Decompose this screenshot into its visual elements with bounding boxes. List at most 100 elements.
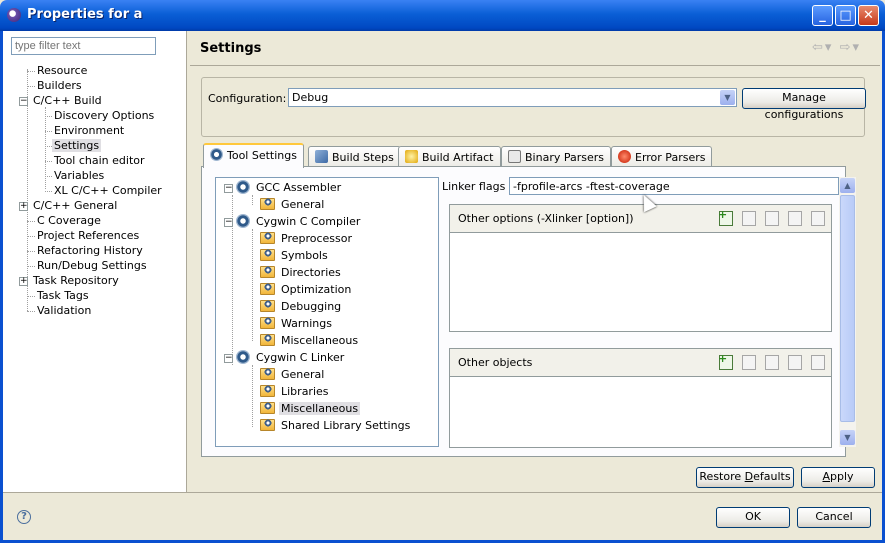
edit-icon[interactable] (765, 211, 779, 226)
configuration-label: Configuration: (208, 92, 287, 105)
sidebar-item-project-references[interactable]: Project References (27, 228, 141, 243)
tree-item-warnings[interactable]: Warnings (260, 315, 334, 332)
chevron-down-icon[interactable]: ▼ (720, 90, 735, 105)
tree-item-libraries[interactable]: Libraries (260, 383, 331, 400)
restore-defaults-button[interactable]: Restore Defaults (696, 467, 794, 488)
sidebar-item-builders[interactable]: Builders (27, 78, 84, 93)
history-nav[interactable]: ⇦▾ ⇨▾ (812, 40, 861, 55)
move-down-icon[interactable] (811, 211, 825, 226)
scroll-down-icon[interactable]: ▼ (840, 430, 855, 445)
tree-item-optimization[interactable]: Optimization (260, 281, 353, 298)
sidebar-item-tool-chain-editor[interactable]: Tool chain editor (45, 153, 147, 168)
expand-icon[interactable]: + (19, 201, 28, 211)
move-up-icon[interactable] (788, 211, 802, 226)
tree-item-cygwin-c-linker[interactable]: − Cygwin C Linker (224, 349, 346, 366)
expand-icon[interactable]: + (19, 276, 28, 286)
tab-build-steps[interactable]: Build Steps (308, 146, 401, 167)
sidebar-item-environment[interactable]: Environment (45, 123, 126, 138)
collapse-icon[interactable]: − (224, 353, 233, 363)
option-category-icon (260, 368, 275, 380)
separator (3, 492, 882, 493)
tool-settings-icon (210, 148, 223, 161)
move-up-icon[interactable] (788, 355, 802, 370)
add-icon[interactable] (718, 352, 733, 370)
other-options-header: Other options (-Xlinker [option]) (450, 205, 831, 233)
close-button[interactable]: ✕ (858, 5, 879, 26)
sidebar-item-resource[interactable]: Resource (27, 63, 89, 78)
tool-tree: − GCC Assembler General − Cygwin C Compile… (215, 177, 439, 447)
forward-arrow-icon[interactable]: ⇨▾ (840, 40, 861, 55)
delete-icon[interactable] (742, 211, 756, 226)
ok-button[interactable]: OK (716, 507, 790, 528)
tree-item-shared-library-settings[interactable]: Shared Library Settings (260, 417, 412, 434)
edit-icon[interactable] (765, 355, 779, 370)
tool-icon (236, 350, 250, 364)
option-category-icon (260, 334, 275, 346)
page-title: Settings (200, 41, 262, 56)
option-category-icon (260, 283, 275, 295)
sidebar-item-settings[interactable]: Settings (45, 138, 102, 153)
other-objects-title: Other objects (458, 356, 533, 369)
sidebar-item-run-debug-settings[interactable]: Run/Debug Settings (27, 258, 149, 273)
tree-item-debugging[interactable]: Debugging (260, 298, 343, 315)
tab-error-parsers[interactable]: Error Parsers (611, 146, 713, 167)
scroll-thumb[interactable] (840, 195, 855, 422)
tree-item-directories[interactable]: Directories (260, 264, 343, 281)
sidebar-item-cpp-general[interactable]: + C/C++ General (19, 198, 119, 213)
sidebar-item-task-repository[interactable]: + Task Repository (19, 273, 121, 288)
title-bar: Properties for a _ □ ✕ (0, 0, 885, 31)
tree-guide (252, 229, 253, 341)
sidebar-item-discovery-options[interactable]: Discovery Options (45, 108, 156, 123)
minimize-button[interactable]: _ (812, 5, 833, 26)
sidebar-item-validation[interactable]: Validation (27, 303, 93, 318)
collapse-icon[interactable]: − (224, 183, 233, 193)
sidebar-item-variables[interactable]: Variables (45, 168, 106, 183)
back-arrow-icon[interactable]: ⇦▾ (812, 40, 833, 55)
collapse-icon[interactable]: − (19, 96, 28, 106)
option-category-icon (260, 232, 275, 244)
option-category-icon (260, 317, 275, 329)
tab-build-artifact[interactable]: Build Artifact (398, 146, 501, 167)
configuration-select[interactable]: Debug ▼ (288, 88, 737, 107)
tree-item-symbols[interactable]: Symbols (260, 247, 330, 264)
move-down-icon[interactable] (811, 355, 825, 370)
maximize-button[interactable]: □ (835, 5, 856, 26)
tree-item-assembler-general[interactable]: General (260, 196, 326, 213)
apply-button[interactable]: Apply (801, 467, 875, 488)
tree-guide (252, 365, 253, 427)
cancel-button[interactable]: Cancel (797, 507, 871, 528)
sidebar-item-refactoring-history[interactable]: Refactoring History (27, 243, 145, 258)
tree-item-compiler-miscellaneous[interactable]: Miscellaneous (260, 332, 360, 349)
tree-item-linker-general[interactable]: General (260, 366, 326, 383)
scroll-up-icon[interactable]: ▲ (840, 178, 855, 193)
tab-binary-parsers[interactable]: Binary Parsers (501, 146, 611, 167)
collapse-icon[interactable]: − (224, 217, 233, 227)
option-category-icon (260, 402, 275, 414)
other-objects-header: Other objects (450, 349, 831, 377)
other-options-title: Other options (-Xlinker [option]) (458, 212, 634, 225)
configuration-value: Debug (292, 91, 329, 104)
error-icon (618, 150, 631, 163)
add-icon[interactable] (718, 208, 733, 226)
tree-item-gcc-assembler[interactable]: − GCC Assembler (224, 179, 343, 196)
option-category-icon (260, 419, 275, 431)
option-category-icon (260, 249, 275, 261)
tool-icon (236, 214, 250, 228)
filter-input[interactable] (11, 37, 156, 55)
delete-icon[interactable] (742, 355, 756, 370)
build-artifact-icon (405, 150, 418, 163)
help-icon[interactable]: ? (17, 510, 31, 524)
sidebar-item-c-coverage[interactable]: C Coverage (27, 213, 103, 228)
tab-tool-settings[interactable]: Tool Settings (203, 143, 304, 168)
sidebar-item-task-tags[interactable]: Task Tags (27, 288, 91, 303)
manage-configurations-button[interactable]: Manage configurations (742, 88, 866, 121)
binary-parsers-icon (508, 150, 521, 163)
vertical-scrollbar[interactable]: ▲ ▼ (839, 177, 856, 447)
linker-flags-input[interactable]: -fprofile-arcs -ftest-coverage (509, 177, 839, 195)
sidebar-item-xl-compiler[interactable]: XL C/C++ Compiler (45, 183, 164, 198)
tree-item-cygwin-c-compiler[interactable]: − Cygwin C Compiler (224, 213, 362, 230)
window-title: Properties for a (27, 7, 143, 22)
tree-item-preprocessor[interactable]: Preprocessor (260, 230, 354, 247)
tree-item-linker-miscellaneous[interactable]: Miscellaneous (260, 400, 361, 417)
sidebar-item-cpp-build[interactable]: − C/C++ Build (19, 93, 104, 108)
